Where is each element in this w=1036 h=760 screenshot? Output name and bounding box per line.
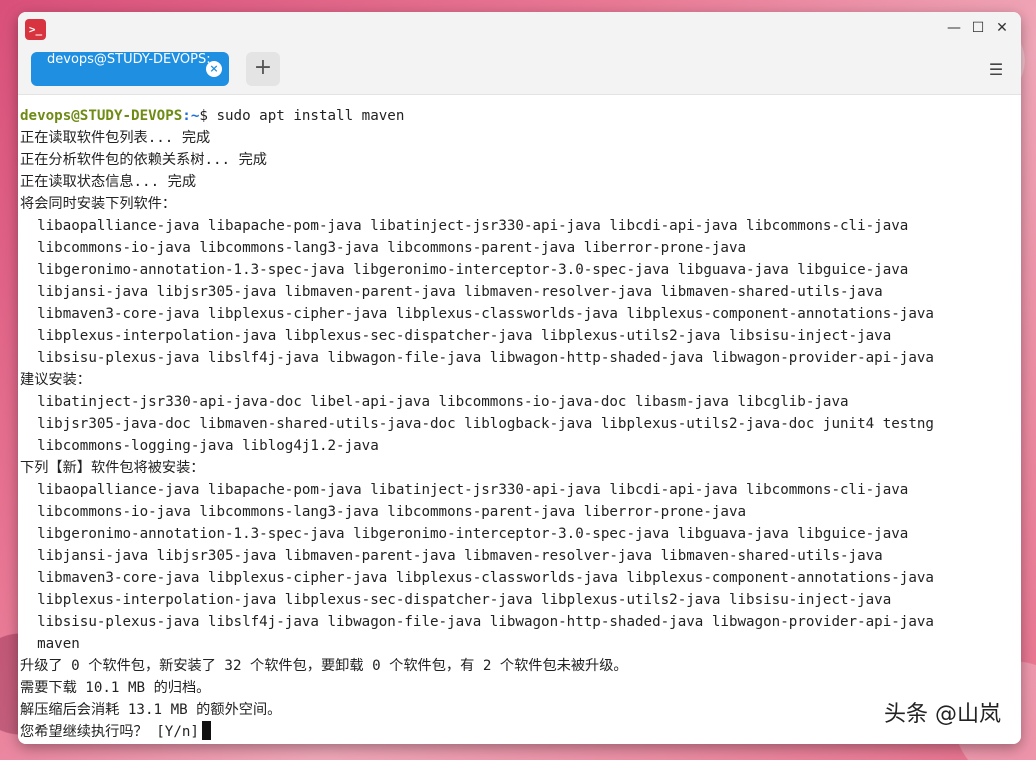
- output-line: 升级了 0 个软件包，新安装了 32 个软件包，要卸载 0 个软件包，有 2 个…: [20, 658, 628, 674]
- output-line: libaopalliance-java libapache-pom-java l…: [20, 218, 909, 234]
- output-line: libaopalliance-java libapache-pom-java l…: [20, 482, 909, 498]
- output-line: 建议安装：: [20, 372, 91, 388]
- minimize-icon[interactable]: —: [943, 17, 965, 39]
- output-line: libsisu-plexus-java libslf4j-java libwag…: [20, 614, 934, 630]
- hamburger-menu-icon[interactable]: ☰: [985, 59, 1007, 81]
- text-cursor: [201, 721, 211, 740]
- output-line: libgeronimo-annotation-1.3-spec-java lib…: [20, 262, 909, 278]
- output-line: 正在分析软件包的依赖关系树... 完成: [20, 152, 267, 168]
- output-line: libplexus-interpolation-java libplexus-s…: [20, 592, 892, 608]
- output-line: libcommons-logging-java liblog4j1.2-java: [20, 438, 379, 454]
- output-line: 解压缩后会消耗 13.1 MB 的额外空间。: [20, 702, 282, 718]
- confirm-line: 您希望继续执行吗？ [Y/n]: [20, 721, 211, 743]
- prompt-path: :~: [182, 108, 200, 124]
- tab-bar: devops@STUDY-DEVOPS: × + ☰: [18, 46, 1021, 95]
- output-line: libmaven3-core-java libplexus-cipher-jav…: [20, 570, 934, 586]
- output-line: libjansi-java libjsr305-java libmaven-pa…: [20, 548, 883, 564]
- close-icon[interactable]: ✕: [991, 17, 1013, 39]
- output-line: libjsr305-java-doc libmaven-shared-utils…: [20, 416, 934, 432]
- prompt-command: sudo apt install maven: [207, 108, 405, 124]
- add-tab-button[interactable]: +: [246, 52, 280, 86]
- output-line: libgeronimo-annotation-1.3-spec-java lib…: [20, 526, 909, 542]
- output-line: 需要下载 10.1 MB 的归档。: [20, 680, 211, 696]
- prompt-symbol: $: [199, 108, 208, 124]
- terminal-app-icon: >_: [25, 19, 46, 40]
- prompt-user-host: devops@STUDY-DEVOPS: [20, 108, 183, 124]
- tab-label: devops@STUDY-DEVOPS:: [47, 52, 211, 67]
- tab-devops[interactable]: devops@STUDY-DEVOPS: ×: [31, 52, 229, 86]
- terminal-output[interactable]: devops@STUDY-DEVOPS:~$ sudo apt install …: [18, 95, 1021, 744]
- output-line: libmaven3-core-java libplexus-cipher-jav…: [20, 306, 934, 322]
- tab-close-icon[interactable]: ×: [206, 61, 222, 77]
- terminal-window: >_ — ☐ ✕ devops@STUDY-DEVOPS: × + ☰ devo…: [18, 12, 1021, 744]
- output-line: 将会同时安装下列软件：: [20, 196, 177, 212]
- title-bar[interactable]: >_ — ☐ ✕: [18, 12, 1021, 46]
- output-line: libplexus-interpolation-java libplexus-s…: [20, 328, 892, 344]
- prompt-line: devops@STUDY-DEVOPS:~$ sudo apt install …: [20, 105, 404, 127]
- output-line: 正在读取软件包列表... 完成: [20, 130, 211, 146]
- output-line: maven: [20, 636, 80, 652]
- confirm-prompt: 您希望继续执行吗？ [Y/n]: [20, 724, 199, 740]
- output-line: 正在读取状态信息... 完成: [20, 174, 197, 190]
- output-line: libsisu-plexus-java libslf4j-java libwag…: [20, 350, 934, 366]
- output-line: libjansi-java libjsr305-java libmaven-pa…: [20, 284, 883, 300]
- output-line: libcommons-io-java libcommons-lang3-java…: [20, 240, 747, 256]
- maximize-icon[interactable]: ☐: [967, 17, 989, 39]
- output-line: 下列【新】软件包将被安装：: [20, 460, 205, 476]
- output-line: libcommons-io-java libcommons-lang3-java…: [20, 504, 747, 520]
- watermark: 头条 @山岚: [884, 702, 1001, 727]
- output-line: libatinject-jsr330-api-java-doc libel-ap…: [20, 394, 849, 410]
